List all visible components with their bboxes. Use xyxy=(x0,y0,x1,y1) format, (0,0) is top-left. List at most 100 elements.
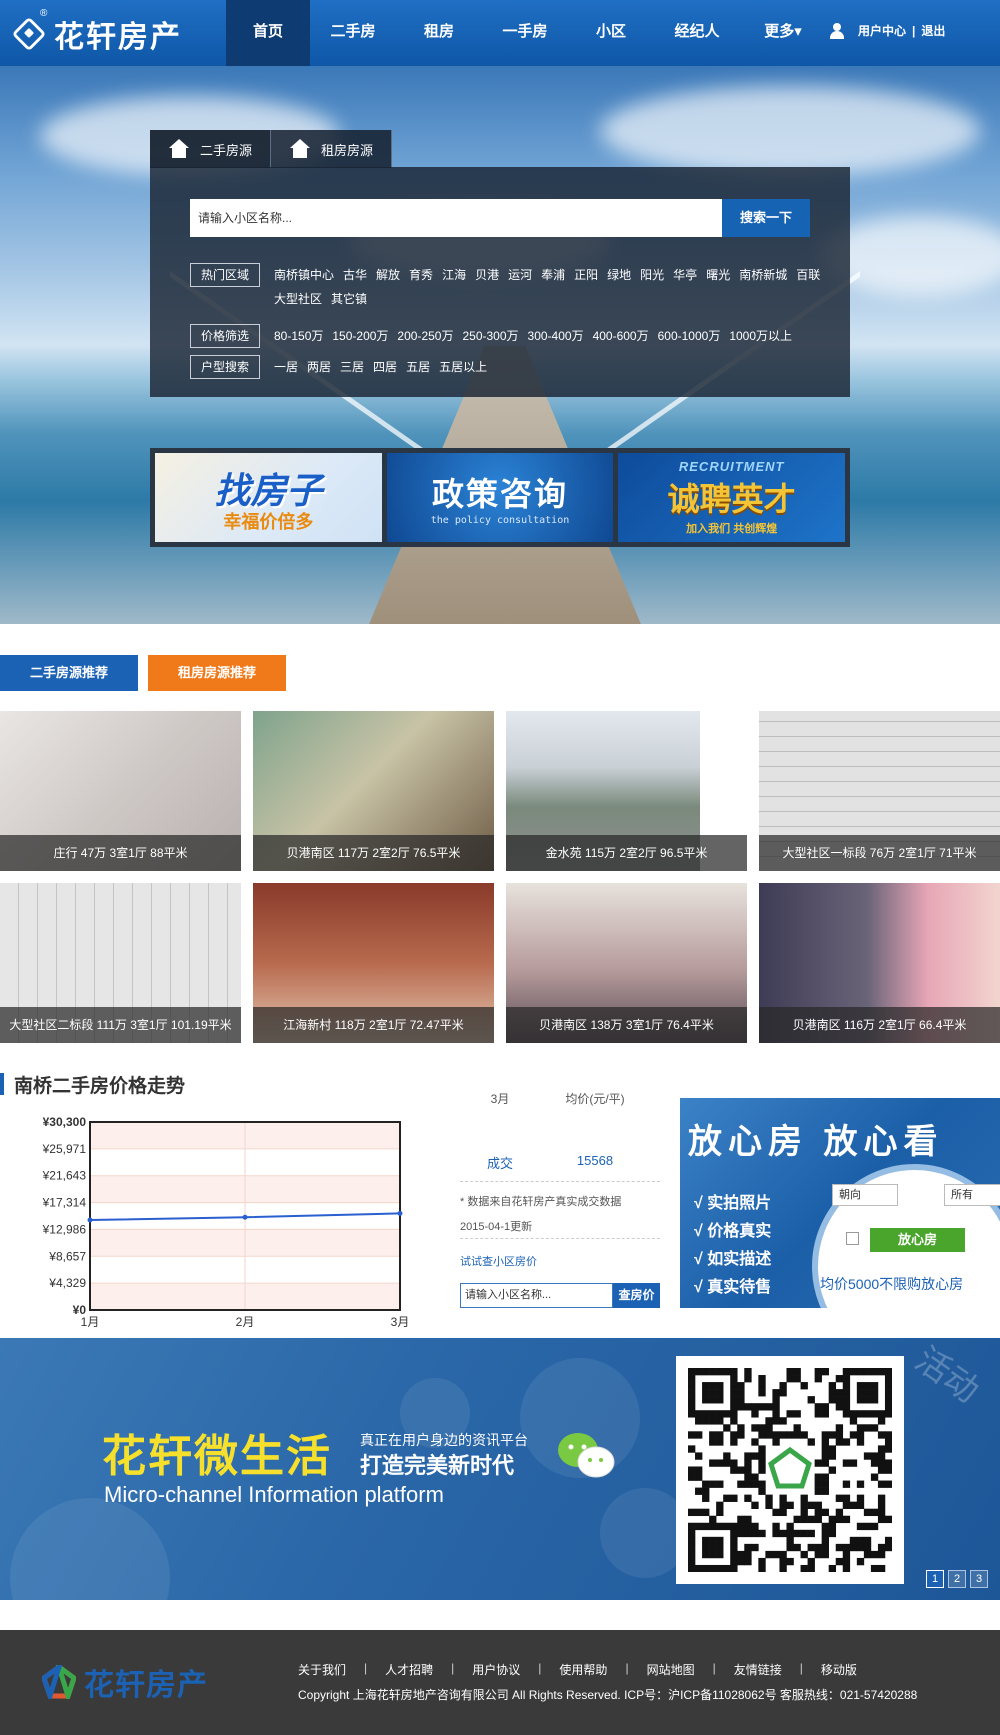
layout-options: 一居 两居 三居 四居 五居 五居以上 xyxy=(274,355,834,379)
data-point xyxy=(242,1214,248,1220)
listing-card[interactable]: 贝港南区 138万 3室1厅 76.4平米 xyxy=(506,883,747,1043)
community-search-input[interactable]: 请输入小区名称... xyxy=(190,199,722,237)
tab-rental-recommend[interactable]: 租房房源推荐 xyxy=(148,655,286,691)
community-price-input[interactable]: 请输入小区名称... xyxy=(460,1283,613,1308)
update-date: 2015-04-1更新 xyxy=(460,1221,533,1233)
x-tick-label: 2月 xyxy=(236,1315,255,1329)
area-option[interactable]: 南桥新城 xyxy=(739,263,787,287)
banner-policy-consultation[interactable]: 政策咨询 the policy consultation xyxy=(386,453,614,542)
slide-dot-2[interactable]: 2 xyxy=(948,1570,966,1588)
listing-card[interactable]: 江海新村 118万 2室1厅 72.47平米 xyxy=(253,883,494,1043)
footer-logo[interactable]: 花轩房产 xyxy=(42,1660,208,1704)
footer-link-about[interactable]: 关于我们 xyxy=(298,1661,346,1678)
user-divider: | xyxy=(912,23,916,38)
y-tick-label: ¥30,300 xyxy=(43,1115,87,1129)
tab-secondhand-recommend[interactable]: 二手房源推荐 xyxy=(0,655,138,691)
search-button[interactable]: 搜索一下 xyxy=(722,199,810,237)
area-option[interactable]: 大型社区 xyxy=(274,287,322,311)
filter-row-layout: 户型搜索 一居 两居 三居 四居 五居 五居以上 xyxy=(190,355,834,379)
filter-label: 户型搜索 xyxy=(190,355,260,379)
nav-item-community[interactable]: 小区 xyxy=(568,0,654,66)
footer-link-sitemap[interactable]: 网站地图 xyxy=(647,1661,695,1678)
listing-card[interactable]: 大型社区二标段 111万 3室1厅 101.19平米 xyxy=(0,883,241,1043)
price-option[interactable]: 300-400万 xyxy=(528,324,584,348)
listing-card[interactable]: 庄行 47万 3室1厅 88平米 xyxy=(0,711,241,871)
area-option[interactable]: 绿地 xyxy=(607,263,631,287)
price-option[interactable]: 1000万以上 xyxy=(729,324,792,348)
filter-row-price: 价格筛选 80-150万 150-200万 200-250万 250-300万 … xyxy=(190,324,834,348)
price-option[interactable]: 250-300万 xyxy=(462,324,518,348)
layout-option[interactable]: 五居 xyxy=(406,355,430,379)
x-tick-label: 1月 xyxy=(81,1315,100,1329)
listing-card[interactable]: 金水苑 115万 2室2厅 96.5平米 xyxy=(506,711,747,871)
price-option[interactable]: 400-600万 xyxy=(593,324,649,348)
try-query-link[interactable]: 试试查小区房价 xyxy=(460,1253,537,1269)
banner-recruitment[interactable]: RECRUITMENT 诚聘英才 加入我们 共创辉煌 xyxy=(618,453,846,542)
area-option[interactable]: 正阳 xyxy=(574,263,598,287)
promo-headline: 放心房 放心看 xyxy=(688,1123,944,1161)
area-option[interactable]: 奉浦 xyxy=(541,263,565,287)
slide-dot-1[interactable]: 1 xyxy=(926,1570,944,1588)
nav-item-new-homes[interactable]: 一手房 xyxy=(482,0,568,66)
banner-find-house[interactable]: 找房子 幸福价倍多 xyxy=(155,453,382,542)
price-option[interactable]: 80-150万 xyxy=(274,324,323,348)
wechat-banner[interactable]: 活动 花轩微生活 真正在用户身边的资讯平台 打造完美新时代 Micro-chan… xyxy=(0,1338,1000,1600)
wechat-qr-code xyxy=(676,1356,904,1584)
filter-label: 价格筛选 xyxy=(190,324,260,348)
footer-link-friends[interactable]: 友情链接 xyxy=(734,1661,782,1678)
logout-link[interactable]: 退出 xyxy=(921,22,945,39)
layout-option[interactable]: 五居以上 xyxy=(439,355,487,379)
area-option[interactable]: 其它镇 xyxy=(331,287,367,311)
col-month: 3月 xyxy=(490,1092,510,1106)
area-option[interactable]: 古华 xyxy=(343,263,367,287)
listing-card[interactable]: 贝港南区 117万 2室2厅 76.5平米 xyxy=(253,711,494,871)
qr-code-icon xyxy=(688,1368,893,1573)
listing-card[interactable]: 大型社区一标段 76万 2室1厅 71平米 xyxy=(759,711,1000,871)
footer-link-mobile[interactable]: 移动版 xyxy=(821,1661,857,1678)
layout-option[interactable]: 两居 xyxy=(307,355,331,379)
area-options: 南桥镇中心 古华 解放 育秀 江海 贝港 运河 奉浦 正阳 绿地 阳光 华亭 曙… xyxy=(274,263,834,311)
site-logo[interactable]: ® 花轩房产 xyxy=(11,8,182,56)
user-center-link[interactable]: 用户中心 xyxy=(858,22,906,39)
house-logo-icon xyxy=(11,16,47,52)
trusted-house-promo[interactable]: 放心房 放心看 朝向 所有 放心房 均价5000不限购放心房 √ 实拍照片 √ … xyxy=(680,1098,1000,1308)
nav-item-secondhand[interactable]: 二手房 xyxy=(310,0,396,66)
footer-link-help[interactable]: 使用帮助 xyxy=(559,1661,607,1678)
area-option[interactable]: 曙光 xyxy=(706,263,730,287)
layout-option[interactable]: 一居 xyxy=(274,355,298,379)
area-option[interactable]: 南桥镇中心 xyxy=(274,263,334,287)
query-price-button[interactable]: 查房价 xyxy=(613,1283,660,1308)
area-option[interactable]: 解放 xyxy=(376,263,400,287)
copyright-text: Copyright 上海花轩房地产咨询有限公司 All Rights Reser… xyxy=(298,1688,918,1702)
wechat-english: Micro-channel Information platform xyxy=(104,1482,444,1507)
price-option[interactable]: 600-1000万 xyxy=(658,324,721,348)
area-option[interactable]: 江海 xyxy=(442,263,466,287)
price-option[interactable]: 200-250万 xyxy=(397,324,453,348)
section-title: 南桥二手房价格走势 xyxy=(0,1072,185,1097)
x-tick-label: 3月 xyxy=(391,1315,410,1329)
tab-secondhand-listings[interactable]: 二手房源 xyxy=(150,130,272,168)
listing-card[interactable]: 贝港南区 116万 2室1厅 66.4平米 xyxy=(759,883,1000,1043)
price-option[interactable]: 150-200万 xyxy=(332,324,388,348)
nav-item-rent[interactable]: 租房 xyxy=(396,0,482,66)
layout-option[interactable]: 四居 xyxy=(373,355,397,379)
checkbox xyxy=(846,1232,859,1245)
area-option[interactable]: 华亭 xyxy=(673,263,697,287)
area-option[interactable]: 运河 xyxy=(508,263,532,287)
area-option[interactable]: 百联 xyxy=(796,263,820,287)
slide-dot-3[interactable]: 3 xyxy=(970,1570,988,1588)
nav-item-more[interactable]: 更多▾ xyxy=(740,0,826,66)
layout-option[interactable]: 三居 xyxy=(340,355,364,379)
nav-item-home[interactable]: 首页 xyxy=(226,0,310,66)
area-option[interactable]: 贝港 xyxy=(475,263,499,287)
nav-item-agents[interactable]: 经纪人 xyxy=(654,0,740,66)
price-trend-chart: ¥0 ¥4,329 ¥8,657 ¥12,986 ¥17,314 ¥21,643 ¥25,9… xyxy=(20,1110,410,1335)
filter-row-area: 热门区域 南桥镇中心 古华 解放 育秀 江海 贝港 运河 奉浦 正阳 绿地 阳光… xyxy=(190,263,834,311)
footer: 花轩房产 关于我们 | 人才招聘 | 用户协议 | 使用帮助 | 网站地图 | … xyxy=(0,1630,1000,1735)
area-option[interactable]: 育秀 xyxy=(409,263,433,287)
footer-link-jobs[interactable]: 人才招聘 xyxy=(385,1661,433,1678)
wechat-icon xyxy=(558,1433,615,1478)
footer-link-agreement[interactable]: 用户协议 xyxy=(472,1661,520,1678)
area-option[interactable]: 阳光 xyxy=(640,263,664,287)
tab-rental-listings[interactable]: 租房房源 xyxy=(271,130,393,168)
